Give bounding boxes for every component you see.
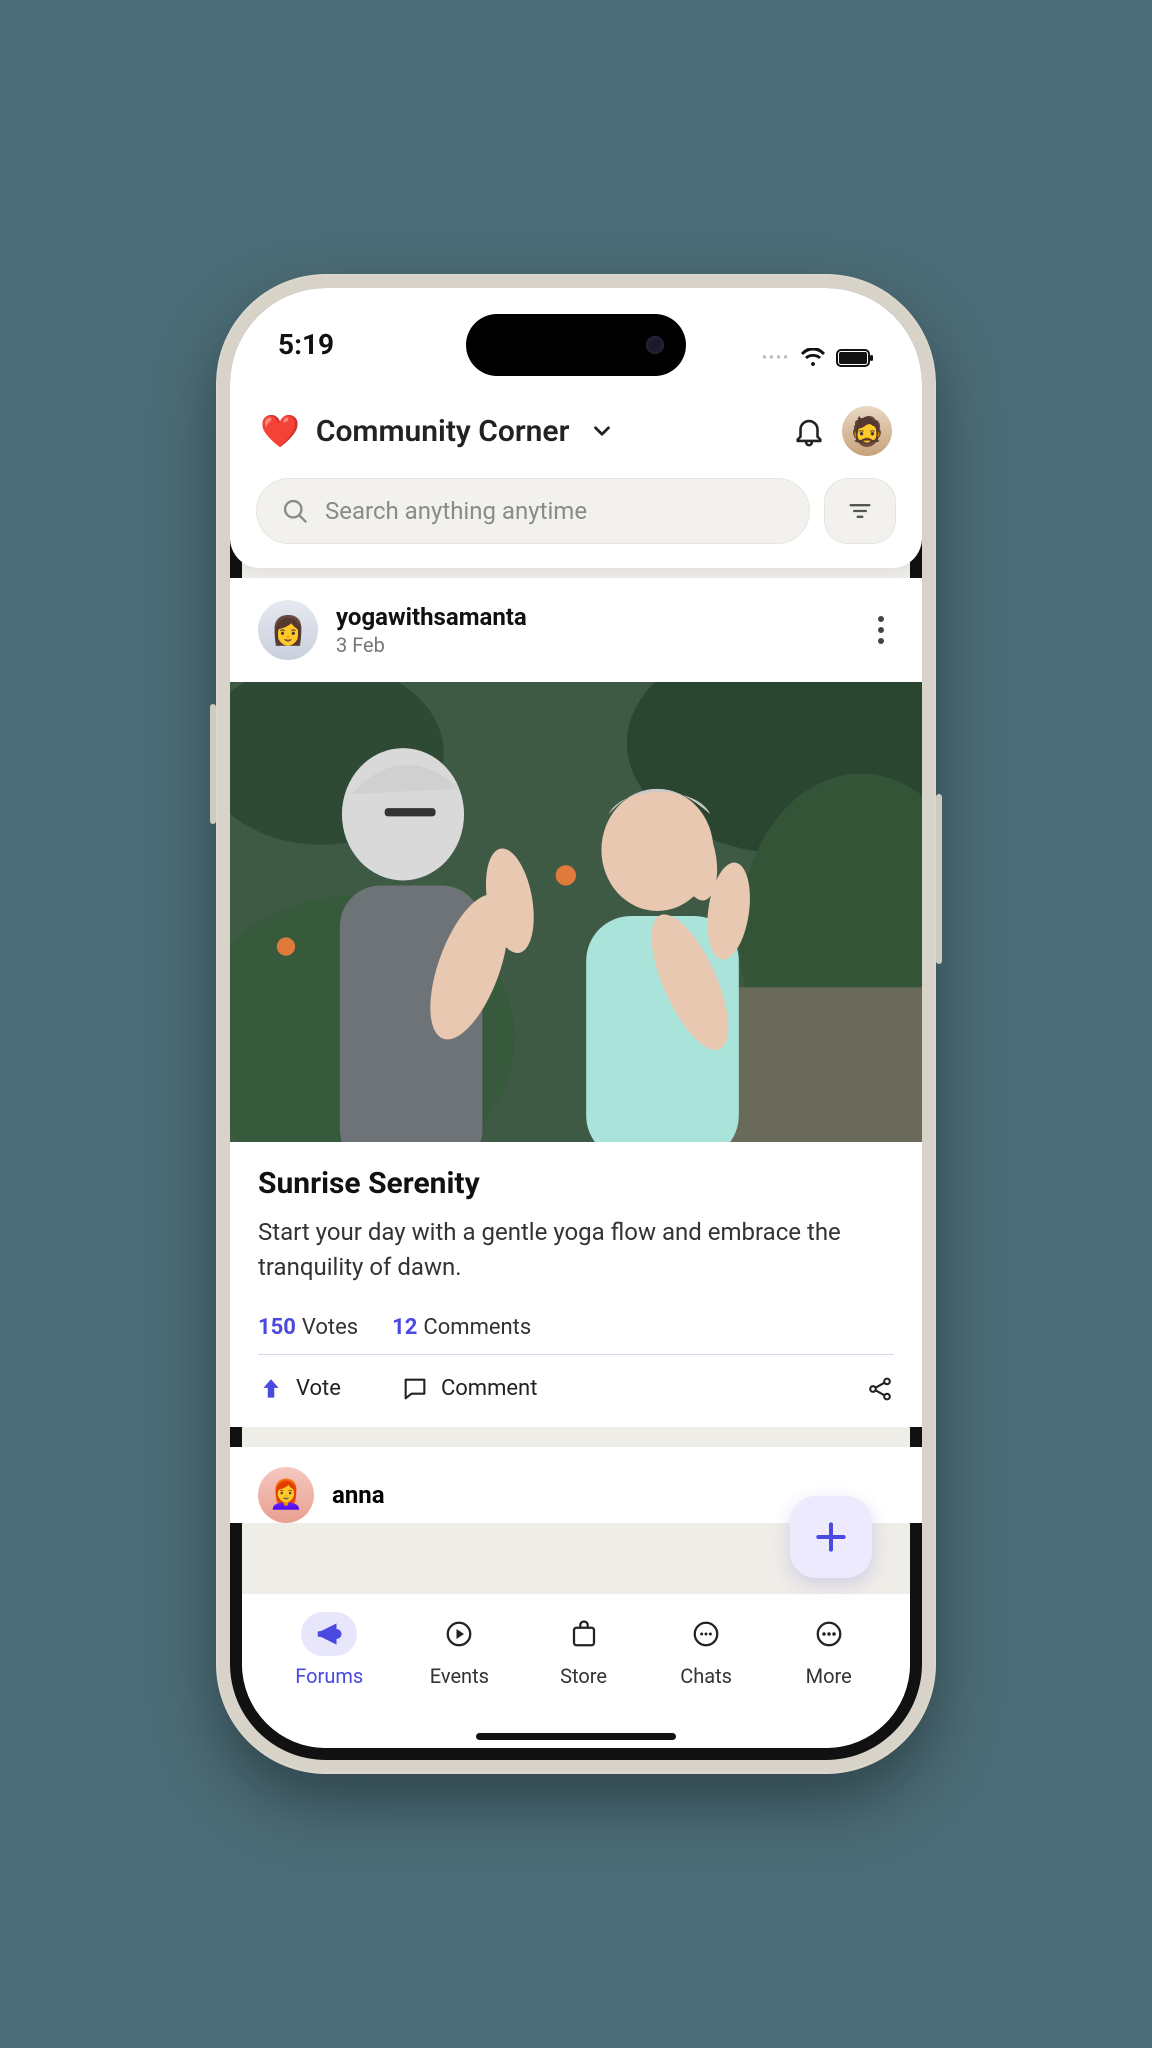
filter-button[interactable]	[824, 478, 896, 544]
post-author-avatar[interactable]: 👩	[258, 600, 318, 660]
tab-chats[interactable]: Chats	[678, 1612, 734, 1688]
post-author[interactable]: anna	[332, 1481, 385, 1509]
search-icon	[281, 497, 309, 525]
plus-icon	[812, 1518, 850, 1556]
chevron-down-icon[interactable]	[589, 418, 615, 444]
wifi-icon	[800, 348, 826, 368]
post-more-button[interactable]	[868, 606, 894, 654]
filter-icon	[846, 497, 874, 525]
feed[interactable]: 👩 yogawithsamanta 3 Feb	[230, 568, 922, 1760]
post-actions: Vote Comment	[230, 1355, 922, 1427]
share-button[interactable]	[866, 1375, 894, 1403]
post-date: 3 Feb	[336, 633, 527, 657]
upvote-icon	[258, 1376, 284, 1402]
home-indicator[interactable]	[476, 1733, 676, 1740]
votes-stat[interactable]: 150Votes	[258, 1315, 358, 1340]
search-input[interactable]: Search anything anytime	[256, 478, 810, 544]
post-stats: 150Votes 12Comments	[230, 1295, 922, 1354]
play-circle-icon	[444, 1619, 474, 1649]
post-title: Sunrise Serenity	[258, 1166, 894, 1201]
post-image[interactable]	[230, 682, 922, 1142]
post-author-avatar[interactable]: 👩‍🦰	[258, 1467, 314, 1523]
share-icon	[866, 1375, 894, 1403]
more-icon	[814, 1619, 844, 1649]
tab-more[interactable]: More	[801, 1612, 857, 1688]
comment-icon	[401, 1375, 429, 1403]
phone-frame: 5:19 •••• ❤️ Community Corner 🧔 Search	[216, 274, 936, 1774]
megaphone-icon	[314, 1619, 344, 1649]
chat-icon	[691, 1619, 721, 1649]
tab-forums[interactable]: Forums	[295, 1612, 363, 1688]
screen: 5:19 •••• ❤️ Community Corner 🧔 Search	[230, 288, 922, 1760]
heart-icon: ❤️	[260, 412, 300, 450]
create-post-button[interactable]	[790, 1496, 872, 1578]
tab-store[interactable]: Store	[556, 1612, 612, 1688]
page-title[interactable]: Community Corner	[316, 414, 570, 449]
bell-icon[interactable]	[792, 414, 826, 448]
vote-button[interactable]: Vote	[258, 1376, 341, 1402]
battery-icon	[836, 349, 874, 367]
post-description: Start your day with a gentle yoga flow a…	[258, 1215, 894, 1285]
tab-bar: Forums Events Store Chats More	[242, 1594, 910, 1748]
tab-events[interactable]: Events	[430, 1612, 489, 1688]
search-placeholder: Search anything anytime	[325, 497, 587, 525]
post-card: 👩 yogawithsamanta 3 Feb	[230, 578, 922, 1427]
status-time: 5:19	[278, 328, 334, 388]
bag-icon	[569, 1619, 599, 1649]
status-icons: ••••	[762, 328, 874, 388]
app-header: ❤️ Community Corner 🧔	[230, 388, 922, 478]
profile-avatar[interactable]: 🧔	[842, 406, 892, 456]
comment-button[interactable]: Comment	[401, 1375, 537, 1403]
comments-stat[interactable]: 12Comments	[392, 1315, 531, 1340]
notch	[466, 314, 686, 376]
post-author[interactable]: yogawithsamanta	[336, 603, 527, 631]
cellular-dots-icon: ••••	[762, 350, 790, 366]
